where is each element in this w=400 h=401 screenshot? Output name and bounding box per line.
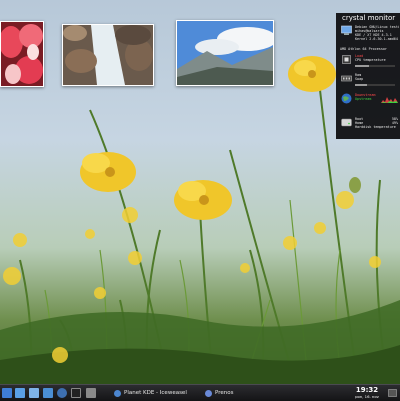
task-iceweasel-label: Planet KDE - Iceweasel — [124, 390, 187, 396]
clock-time: 19:32 — [355, 386, 379, 394]
home-icon[interactable] — [29, 388, 39, 398]
ram-usage-bar — [355, 84, 395, 86]
desktop-icon[interactable] — [43, 388, 53, 398]
network-globe-icon — [341, 93, 352, 104]
file-manager-icon[interactable] — [15, 388, 25, 398]
system-monitor-widget: crystal monitor Debian GNU/Linux testi m… — [336, 13, 400, 139]
ram-usage-fill — [355, 84, 367, 86]
kde-menu-icon[interactable] — [2, 388, 12, 398]
task-prenos-label: Prenos — [215, 390, 234, 396]
memory-section: Ram Swap — [336, 73, 400, 91]
cpu-model: AMD Athlon 64 Processor — [340, 47, 387, 51]
cpu-icon — [342, 55, 351, 64]
cpu-section: Load CPU temperature — [336, 54, 400, 72]
clock[interactable]: 19:32 pon, 16. nov — [350, 386, 384, 399]
mountains-thumbnail[interactable] — [176, 20, 274, 86]
network-section: Downstream Upstream — [336, 93, 400, 115]
taskbar: Planet KDE - Iceweasel Prenos 19:32 pon,… — [0, 384, 400, 401]
transfer-icon — [205, 389, 212, 397]
network-graph — [381, 97, 398, 103]
browser-icon[interactable] — [57, 388, 67, 398]
tulips-image — [1, 22, 43, 86]
waterfall-thumbnail[interactable] — [62, 24, 154, 86]
cpu-load-bar — [355, 65, 395, 67]
waterfall-image — [63, 25, 153, 85]
disk-section: Root Home Harddisk temperature 58% 49% — [336, 117, 400, 137]
harddisk-icon — [341, 118, 352, 127]
iceweasel-icon — [114, 389, 121, 397]
kernel-version: Kernel 2.6.30-1-amd64 — [355, 37, 398, 42]
tray-icon[interactable] — [388, 389, 397, 397]
system-info-section: Debian GNU/Linux testi mihas@balsaris KD… — [336, 25, 400, 45]
clock-date: pon, 16. nov — [355, 394, 379, 399]
task-prenos[interactable]: Prenos — [205, 387, 233, 399]
terminal-icon[interactable] — [71, 388, 81, 398]
task-iceweasel[interactable]: Planet KDE - Iceweasel — [114, 387, 187, 399]
memory-icon — [341, 75, 352, 82]
cpu-temperature-label: CPU temperature — [355, 58, 386, 63]
mountains-image — [177, 21, 273, 85]
tulips-thumbnail[interactable] — [0, 21, 44, 87]
monitor-title: crystal monitor — [342, 14, 396, 22]
harddisk-temperature-label: Harddisk temperature — [355, 125, 396, 130]
home-usage-value: 49% — [391, 121, 398, 126]
cpu-load-fill — [355, 65, 369, 67]
computer-icon — [341, 25, 352, 35]
swap-label: Swap — [355, 77, 364, 82]
system-icon[interactable] — [86, 388, 96, 398]
